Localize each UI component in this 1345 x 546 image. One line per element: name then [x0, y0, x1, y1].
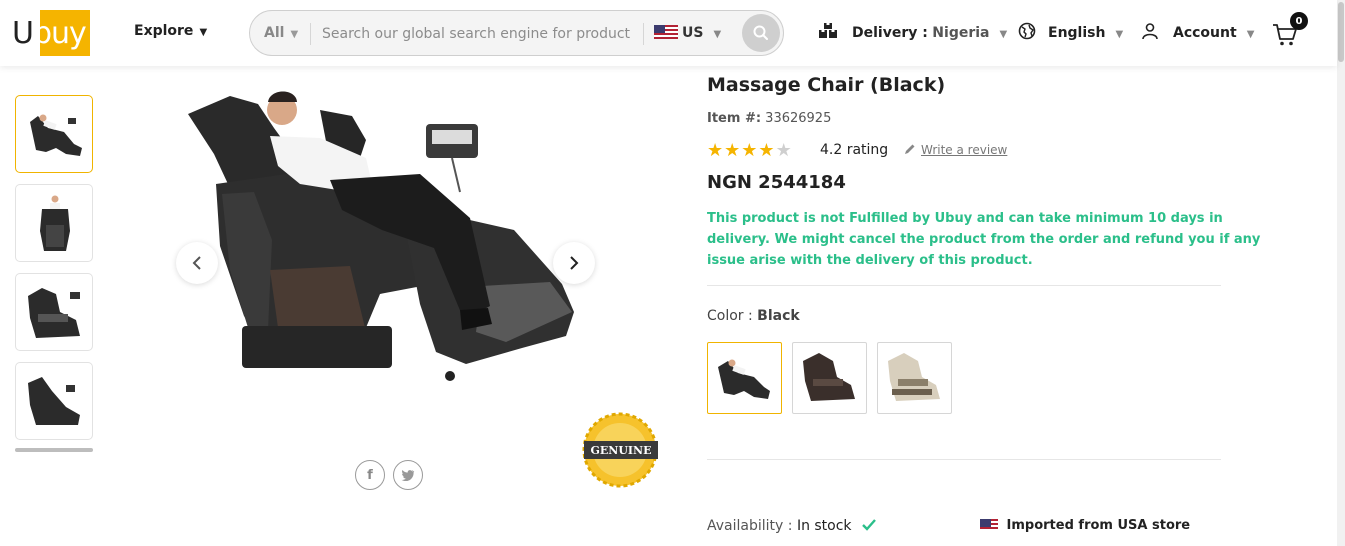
search-input[interactable] — [322, 21, 642, 47]
item-number: Item #: 33626925 — [707, 111, 831, 126]
prev-image-button[interactable] — [176, 242, 218, 284]
delivery-selector[interactable]: Delivery : Nigeria ▼ — [818, 22, 1007, 41]
user-icon — [1142, 23, 1158, 40]
ubuy-logo[interactable]: Ubuy — [12, 10, 90, 56]
scrollbar-thumb[interactable] — [1338, 2, 1344, 62]
thumbnail-1[interactable] — [15, 95, 93, 173]
color-swatch-brown[interactable] — [792, 342, 867, 414]
star-icon: ★ — [775, 140, 793, 161]
chevron-down-icon: ▼ — [199, 27, 208, 38]
search-divider — [643, 23, 644, 45]
search-icon — [753, 25, 768, 40]
search-category-select[interactable]: All ▼ — [264, 25, 298, 41]
thumbnail-image — [28, 377, 80, 425]
star-icon: ★ — [707, 140, 725, 161]
color-swatch-cream[interactable] — [877, 342, 952, 414]
availability: Availability : In stock — [707, 518, 876, 534]
search-category-value: All — [264, 25, 285, 41]
availability-value: In stock — [796, 518, 852, 534]
us-flag-icon — [980, 519, 998, 531]
chevron-down-icon: ▼ — [713, 29, 722, 40]
search-country-select[interactable]: US ▼ — [654, 25, 721, 41]
color-label: Color : Black — [707, 308, 800, 324]
star-icon: ★ — [758, 140, 776, 161]
facebook-icon: f — [367, 467, 373, 483]
language-selector[interactable]: English ▼ — [1018, 22, 1123, 41]
product-title: Massage Chair (Black) — [707, 74, 946, 96]
color-swatch-black[interactable] — [707, 342, 782, 414]
divider — [707, 285, 1221, 286]
us-flag-icon — [654, 25, 678, 39]
chevron-right-icon — [570, 256, 579, 270]
divider — [707, 459, 1221, 460]
warehouse-icon — [819, 23, 837, 38]
fulfillment-notice: This product is not Fulfilled by Ubuy an… — [707, 211, 1261, 268]
item-number-value: 33626925 — [765, 111, 832, 126]
explore-menu[interactable]: Explore ▼ — [134, 23, 207, 39]
logo-letter: U — [12, 16, 34, 51]
thumbnail-image — [30, 114, 82, 156]
thumbnail-5-peek[interactable] — [15, 448, 93, 452]
cart-count-badge: 0 — [1290, 12, 1308, 30]
imported-text: Imported from USA store — [1006, 518, 1191, 533]
chevron-down-icon: ▼ — [1115, 29, 1124, 40]
explore-label: Explore — [134, 23, 194, 39]
thumbnail-4[interactable] — [15, 362, 93, 440]
facebook-share-button[interactable]: f — [355, 460, 385, 490]
chevron-down-icon: ▼ — [1246, 29, 1255, 40]
thumbnail-image — [40, 195, 70, 251]
swatch-image — [803, 353, 855, 401]
massage-chair-image — [188, 91, 574, 381]
cart-button[interactable]: 0 — [1272, 12, 1308, 50]
twitter-icon — [401, 470, 415, 481]
thumbnail-2[interactable] — [15, 184, 93, 262]
search-bar: All ▼ US ▼ — [249, 10, 784, 56]
swatch-image — [718, 359, 770, 399]
thumbnail-image — [28, 288, 80, 338]
chevron-down-icon: ▼ — [290, 29, 299, 40]
chevron-left-icon — [192, 256, 201, 270]
page-scrollbar[interactable] — [1337, 0, 1345, 546]
pencil-icon — [905, 144, 915, 154]
star-icon: ★ — [741, 140, 759, 161]
write-review-link[interactable]: Write a review — [904, 143, 1007, 157]
logo-rest: buy — [32, 16, 87, 51]
chevron-down-icon: ▼ — [999, 29, 1008, 40]
rating-text: 4.2 rating — [820, 142, 889, 158]
delivery-country: Nigeria — [932, 25, 990, 41]
color-selected: Black — [757, 308, 800, 324]
language-label: English — [1048, 25, 1106, 41]
write-review-label: Write a review — [921, 143, 1008, 157]
rating-stars: ★★★★★ — [707, 140, 793, 161]
swatch-image — [888, 353, 940, 401]
account-label: Account — [1173, 25, 1237, 41]
product-price: NGN 2544184 — [707, 172, 846, 193]
search-country-value: US — [682, 25, 704, 41]
color-label-text: Color : — [707, 308, 753, 324]
availability-label: Availability : — [707, 518, 793, 534]
next-image-button[interactable] — [553, 242, 595, 284]
main-product-image — [170, 80, 590, 390]
globe-icon — [1018, 22, 1036, 40]
site-header: Ubuy Explore ▼ All ▼ US ▼ Delivery : Nigeri… — [0, 0, 1337, 66]
account-menu[interactable]: Account ▼ — [1141, 22, 1254, 41]
genuine-guarantee-badge: GENUINE — [580, 412, 662, 488]
search-button[interactable] — [742, 14, 780, 52]
star-icon: ★ — [724, 140, 742, 161]
genuine-badge-text: GENUINE — [590, 444, 651, 457]
thumbnail-3[interactable] — [15, 273, 93, 351]
imported-from-store: Imported from USA store — [980, 518, 1190, 533]
check-icon — [862, 519, 876, 531]
twitter-share-button[interactable] — [393, 460, 423, 490]
search-divider — [310, 23, 311, 45]
delivery-label: Delivery : — [852, 25, 928, 41]
item-number-label: Item #: — [707, 111, 762, 126]
genuine-seal-icon: GENUINE — [582, 412, 658, 488]
